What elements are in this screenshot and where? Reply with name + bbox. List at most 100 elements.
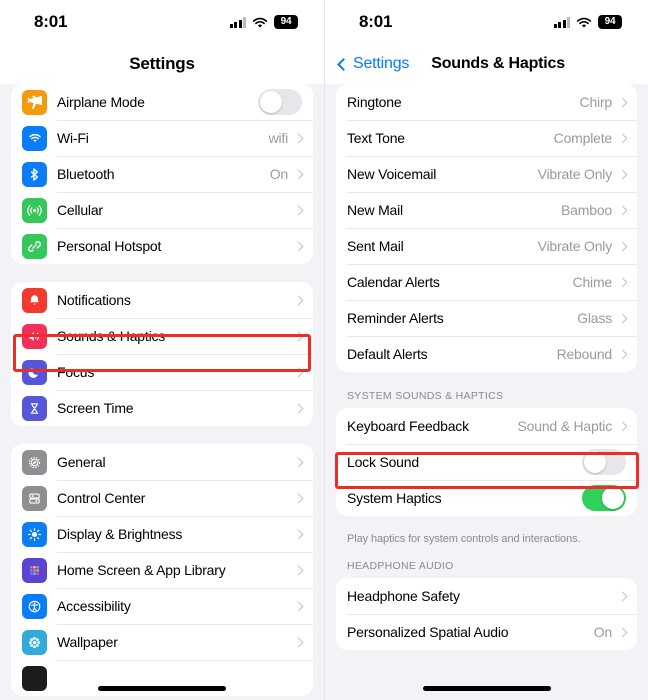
left-phone-screen: 8:01 94 Settings Airplane Mode Wi-Fi wif… xyxy=(0,0,324,700)
row-label: Keyboard Feedback xyxy=(347,418,469,434)
sidebar-item-control-center[interactable]: Control Center xyxy=(11,480,313,516)
row-sent-mail[interactable]: Sent Mail Vibrate Only xyxy=(336,228,637,264)
battery-badge: 94 xyxy=(598,15,622,29)
bluetooth-icon xyxy=(22,161,47,187)
row-keyboard-feedback[interactable]: Keyboard Feedback Sound & Haptic xyxy=(336,408,637,444)
sidebar-item-airplane-mode[interactable]: Airplane Mode xyxy=(11,84,313,120)
row-system-haptics[interactable]: System Haptics xyxy=(336,480,637,516)
settings-group-notifications: Notifications Sounds & Haptics Focus Scr… xyxy=(11,282,313,426)
sidebar-item-label: Display & Brightness xyxy=(57,526,183,542)
row-reminder-alerts[interactable]: Reminder Alerts Glass xyxy=(336,300,637,336)
back-button[interactable]: Settings xyxy=(337,55,409,73)
chevron-right-icon xyxy=(293,457,304,467)
sidebar-item-label: General xyxy=(57,454,106,470)
row-label: System Haptics xyxy=(347,490,442,506)
chevron-right-icon xyxy=(617,169,628,179)
row-ringtone[interactable]: Ringtone Chirp xyxy=(336,84,637,120)
row-label: Sent Mail xyxy=(347,238,404,254)
system-sounds-group: Keyboard Feedback Sound & Haptic Lock So… xyxy=(336,408,637,516)
left-settings-list[interactable]: Airplane Mode Wi-Fi wifi Bluetooth On Ce… xyxy=(0,84,324,696)
wallpaper-icon xyxy=(22,629,47,655)
bell-icon xyxy=(22,287,47,313)
chevron-left-icon xyxy=(337,57,350,71)
sidebar-item-label: Wallpaper xyxy=(57,634,118,650)
wifi-icon xyxy=(576,16,592,28)
sidebar-item-cellular[interactable]: Cellular xyxy=(11,192,313,228)
chevron-right-icon xyxy=(293,403,304,413)
battery-badge: 94 xyxy=(274,15,298,29)
system-haptics-footnote: Play haptics for system controls and int… xyxy=(347,533,581,545)
chevron-right-icon xyxy=(617,241,628,251)
sidebar-item-accessibility[interactable]: Accessibility xyxy=(11,588,313,624)
row-value: On xyxy=(269,166,288,182)
sidebar-item-wallpaper[interactable]: Wallpaper xyxy=(11,624,313,660)
row-label: Headphone Safety xyxy=(347,588,460,605)
status-bar-right: 8:01 94 xyxy=(325,0,648,44)
system-haptics-toggle[interactable] xyxy=(582,485,626,511)
row-new-voicemail[interactable]: New Voicemail Vibrate Only xyxy=(336,156,637,192)
sidebar-item-sounds-and-haptics[interactable]: Sounds & Haptics xyxy=(11,318,313,354)
row-value: Chime xyxy=(572,274,613,290)
sidebar-item-display-and-brightness[interactable]: Display & Brightness xyxy=(11,516,313,552)
cellular-icon xyxy=(22,197,47,223)
row-label: Calendar Alerts xyxy=(347,274,440,290)
sidebar-item-label: Focus xyxy=(57,364,95,380)
chevron-right-icon xyxy=(293,529,304,539)
sidebar-item-general[interactable]: General xyxy=(11,444,313,480)
section-header-headphone-audio: HEADPHONE AUDIO xyxy=(347,560,454,573)
sidebar-item-screen-time[interactable]: Screen Time xyxy=(11,390,313,426)
wifi-icon xyxy=(252,16,268,28)
sidebar-item-label: Screen Time xyxy=(57,400,134,416)
sidebar-item-home-screen-and-app-library[interactable]: Home Screen & App Library xyxy=(11,552,313,588)
row-label: Ringtone xyxy=(347,94,402,110)
sounds-settings-list[interactable]: Ringtone Chirp Text Tone Complete New Vo… xyxy=(325,84,648,651)
row-calendar-alerts[interactable]: Calendar Alerts Chime xyxy=(336,264,637,300)
row-headphone-safety[interactable]: Headphone Safety xyxy=(336,578,637,614)
row-value: Complete xyxy=(553,130,613,146)
row-value: Glass xyxy=(577,310,612,326)
airplane-mode-toggle[interactable] xyxy=(258,89,302,115)
row-lock-sound[interactable]: Lock Sound xyxy=(336,444,637,480)
hotspot-icon xyxy=(22,233,47,259)
row-default-alerts[interactable]: Default Alerts Rebound xyxy=(336,336,637,372)
chevron-right-icon xyxy=(293,295,304,305)
chevron-right-icon xyxy=(293,367,304,377)
home-indicator xyxy=(422,686,551,691)
sidebar-item-wifi[interactable]: Wi-Fi wifi xyxy=(11,120,313,156)
wifi-icon xyxy=(22,125,47,151)
status-time: 8:01 xyxy=(34,12,68,31)
sidebar-item-personal-hotspot[interactable]: Personal Hotspot xyxy=(11,228,313,264)
row-value: On xyxy=(593,624,612,641)
row-value: Rebound xyxy=(556,346,613,362)
chevron-right-icon xyxy=(293,241,304,251)
chevron-right-icon xyxy=(617,277,628,287)
sidebar-item-label: Sounds & Haptics xyxy=(57,328,166,344)
row-label: New Voicemail xyxy=(347,166,437,182)
siri-icon xyxy=(22,665,47,691)
chevron-right-icon xyxy=(293,169,304,179)
sidebar-item-label: Airplane Mode xyxy=(57,94,145,110)
app-grid-icon xyxy=(22,557,47,583)
row-label: New Mail xyxy=(347,202,403,218)
row-personalized-spatial-audio[interactable]: Personalized Spatial Audio On xyxy=(336,614,637,650)
lock-sound-toggle[interactable] xyxy=(582,449,626,475)
row-label: Personalized Spatial Audio xyxy=(347,624,509,641)
chevron-right-icon xyxy=(617,591,628,602)
sidebar-item-focus[interactable]: Focus xyxy=(11,354,313,390)
chevron-right-icon xyxy=(293,565,304,575)
sidebar-item-bluetooth[interactable]: Bluetooth On xyxy=(11,156,313,192)
status-indicators: 94 xyxy=(553,15,622,29)
sidebar-item-notifications[interactable]: Notifications xyxy=(11,282,313,318)
row-new-mail[interactable]: New Mail Bamboo xyxy=(336,192,637,228)
headphone-audio-group: Headphone Safety Personalized Spatial Au… xyxy=(336,578,637,651)
left-nav-bar: Settings xyxy=(0,44,324,84)
accessibility-icon xyxy=(22,593,47,619)
hourglass-icon xyxy=(22,395,47,421)
sidebar-item-label: Notifications xyxy=(57,292,131,308)
chevron-right-icon xyxy=(617,349,628,359)
chevron-right-icon xyxy=(293,601,304,611)
row-text-tone[interactable]: Text Tone Complete xyxy=(336,120,637,156)
page-title: Sounds & Haptics xyxy=(431,55,565,72)
airplane-icon xyxy=(22,89,47,115)
control-center-icon xyxy=(22,485,47,511)
